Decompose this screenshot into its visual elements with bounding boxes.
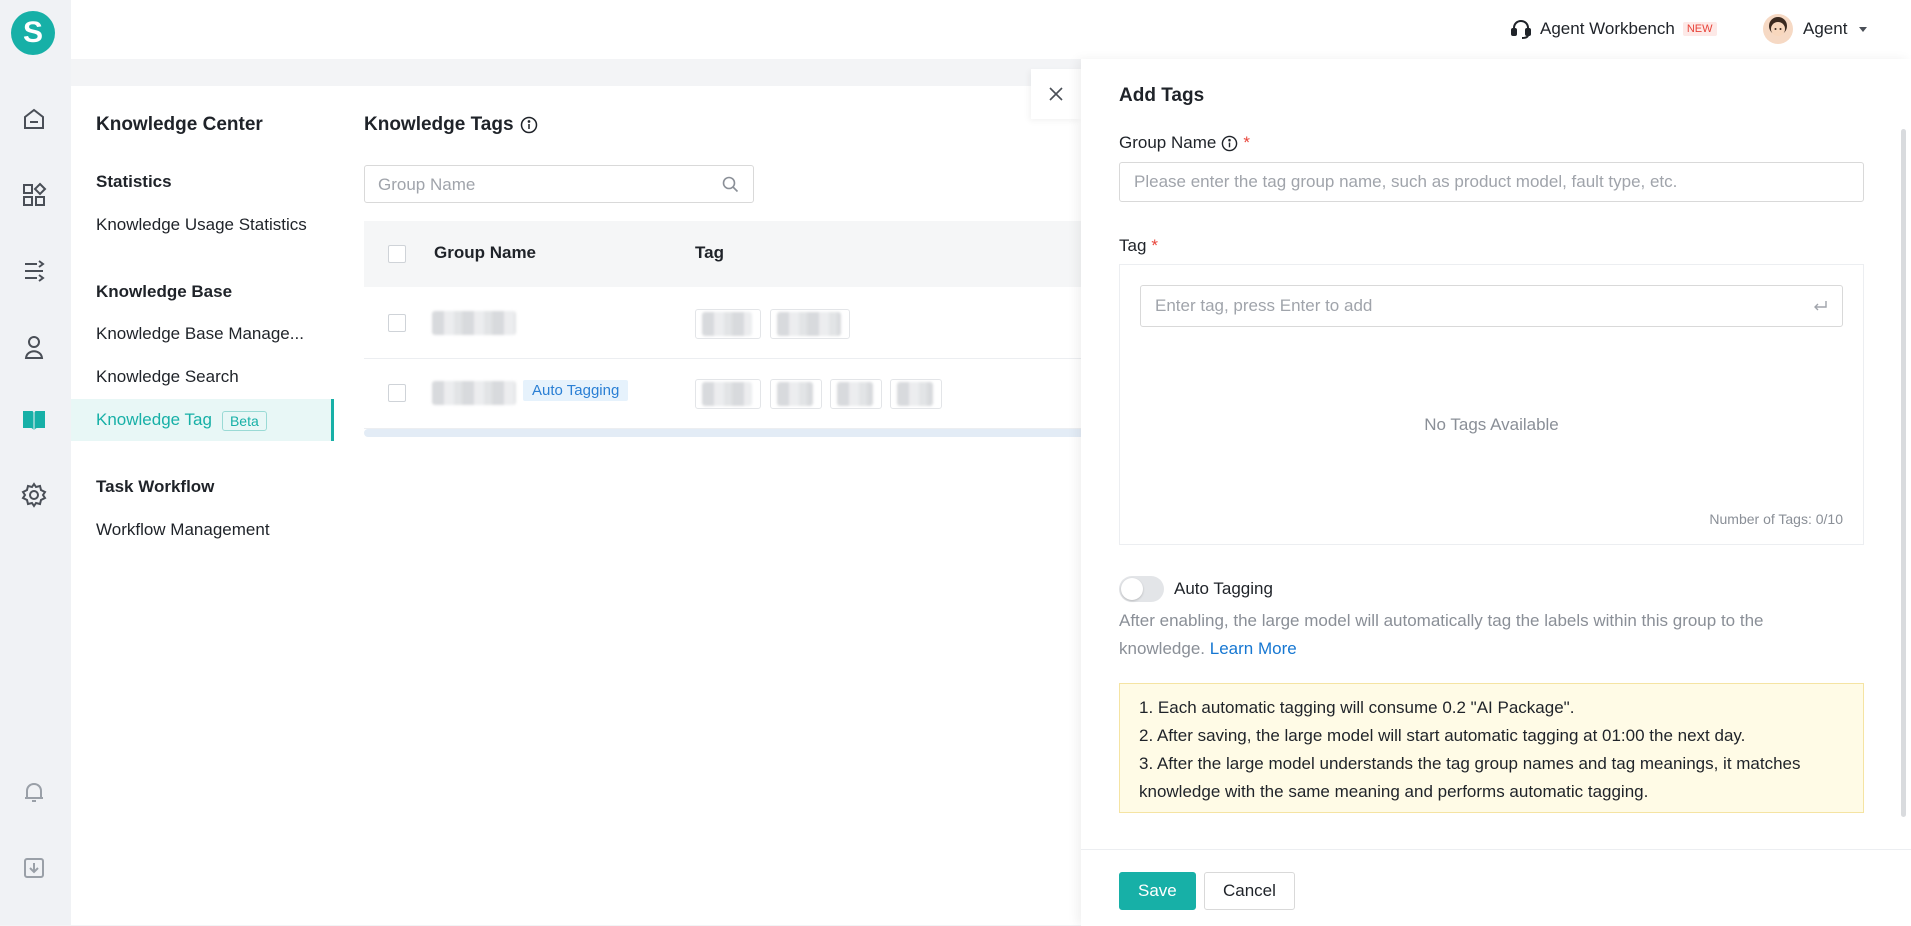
sidebar-item-knowledge-base-management[interactable]: Knowledge Base Manage... — [96, 324, 311, 344]
home-icon[interactable] — [19, 104, 49, 134]
drawer-scrollbar[interactable] — [1901, 129, 1906, 817]
sidebar-section-statistics: Statistics — [96, 172, 172, 191]
drawer-footer: Save Cancel — [1081, 849, 1911, 926]
tag-chip — [770, 309, 850, 339]
caret-down-icon — [1859, 27, 1868, 32]
select-all-checkbox[interactable] — [388, 245, 406, 263]
add-tags-drawer: Add Tags Group Name * Tag * No Tags Avai… — [1081, 59, 1911, 926]
required-asterisk: * — [1151, 236, 1159, 255]
bell-icon[interactable] — [19, 777, 49, 807]
tag-chip — [890, 379, 942, 409]
user-menu[interactable]: Agent — [1763, 13, 1869, 45]
beta-badge: Beta — [221, 410, 267, 431]
notice-line: 1. Each automatic tagging will consume 0… — [1139, 698, 1575, 717]
page-title: Knowledge Tags — [364, 114, 538, 136]
group-name-label: Group Name * — [1119, 133, 1250, 153]
new-badge: NEW — [1682, 22, 1717, 36]
table-row[interactable] — [364, 288, 1144, 359]
table-horizontal-scrollbar[interactable] — [364, 429, 1144, 437]
sidebar-item-label: Knowledge Tag — [96, 410, 212, 429]
tag-container: No Tags Available Number of Tags: 0/10 — [1119, 264, 1864, 545]
table-row[interactable]: Auto Tagging — [364, 358, 1144, 429]
save-button[interactable]: Save — [1119, 872, 1196, 910]
notice-line: 3. After the large model understands the… — [1139, 754, 1801, 801]
toggle-knob — [1121, 578, 1143, 600]
group-name-label-text: Group Name — [1119, 133, 1217, 152]
sidebar-section-knowledge-base: Knowledge Base — [96, 282, 233, 301]
settings-icon[interactable] — [19, 480, 49, 510]
page-title-text: Knowledge Tags — [364, 114, 514, 135]
notice-line: 2. After saving, the large model will st… — [1139, 726, 1746, 745]
search-input[interactable] — [365, 166, 720, 204]
tag-input[interactable] — [1141, 286, 1842, 326]
user-name: Agent — [1803, 19, 1848, 38]
group-name-input[interactable] — [1120, 163, 1863, 201]
notice-box: 1. Each automatic tagging will consume 0… — [1119, 683, 1864, 813]
column-header-group-name: Group Name — [434, 243, 537, 262]
tag-count: Number of Tags: 0/10 — [1709, 511, 1843, 527]
tag-chip — [695, 379, 761, 409]
tag-field — [1140, 285, 1843, 327]
user-icon[interactable] — [19, 332, 49, 362]
cancel-button[interactable]: Cancel — [1204, 872, 1295, 910]
tag-chip — [830, 379, 882, 409]
apps-icon[interactable] — [19, 180, 49, 210]
enter-key-icon — [1814, 301, 1827, 311]
group-name-cell — [432, 311, 516, 335]
sidebar-item-knowledge-tag[interactable]: Knowledge Tag Beta — [96, 410, 311, 431]
group-name-field — [1119, 162, 1864, 202]
auto-tagging-toggle[interactable] — [1119, 576, 1164, 602]
drawer-title: Add Tags — [1119, 85, 1205, 106]
sidebar-section-task-workflow: Task Workflow — [96, 477, 215, 496]
left-nav: S — [0, 0, 71, 925]
avatar — [1763, 14, 1793, 44]
headset-icon — [1511, 19, 1531, 39]
auto-tagging-description: After enabling, the large model will aut… — [1119, 607, 1834, 663]
agent-workbench-link[interactable]: Agent Workbench NEW — [1510, 15, 1717, 43]
tag-chip — [770, 379, 822, 409]
table-header: Group Name Tag — [364, 221, 1144, 287]
sidebar-item-knowledge-usage-statistics[interactable]: Knowledge Usage Statistics — [96, 215, 311, 235]
learn-more-link[interactable]: Learn More — [1210, 639, 1297, 658]
group-name-cell — [432, 381, 516, 405]
row-checkbox[interactable] — [388, 314, 406, 332]
tag-chip — [695, 309, 761, 339]
drawer-close-button[interactable] — [1031, 69, 1081, 119]
row-checkbox[interactable] — [388, 384, 406, 402]
required-asterisk: * — [1243, 133, 1250, 152]
workbench-label: Agent Workbench — [1540, 19, 1675, 38]
close-icon — [1049, 87, 1063, 101]
group-name-search — [364, 165, 754, 204]
tag-label-text: Tag — [1119, 236, 1147, 255]
knowledge-sidebar: Knowledge Center Statistics Knowledge Us… — [71, 86, 334, 925]
knowledge-book-icon[interactable] — [19, 405, 49, 435]
sidebar-item-workflow-management[interactable]: Workflow Management — [96, 520, 311, 540]
info-icon[interactable] — [1221, 135, 1238, 152]
tag-label: Tag * — [1119, 236, 1158, 256]
info-icon[interactable] — [520, 116, 538, 134]
sidebar-item-knowledge-search[interactable]: Knowledge Search — [96, 367, 311, 387]
app-logo[interactable]: S — [11, 11, 55, 55]
auto-tagging-chip: Auto Tagging — [523, 380, 629, 401]
search-icon[interactable] — [722, 176, 739, 193]
empty-state-text: No Tags Available — [1424, 415, 1559, 434]
column-header-tag: Tag — [695, 243, 724, 262]
auto-tagging-label: Auto Tagging — [1174, 579, 1273, 598]
sidebar-title: Knowledge Center — [96, 114, 263, 135]
workflow-icon[interactable] — [19, 256, 49, 286]
download-icon[interactable] — [19, 853, 49, 883]
